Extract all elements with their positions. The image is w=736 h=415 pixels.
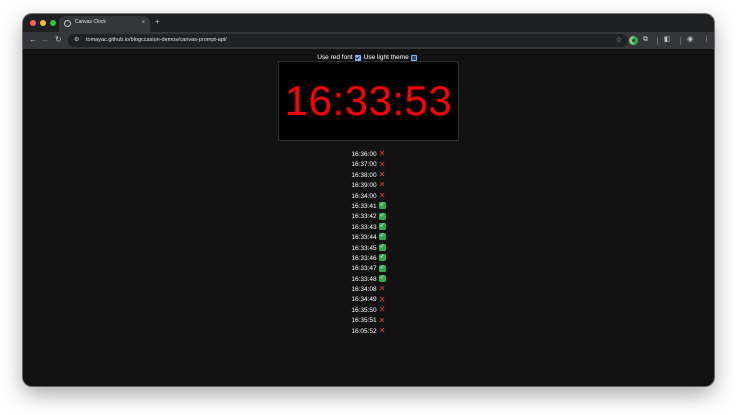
tab-close-icon[interactable]: × <box>141 18 145 28</box>
prediction-time: 16:33:48 <box>351 275 377 283</box>
prediction-row: 16:33:42 ✓ <box>23 212 714 222</box>
prediction-time: 16:33:41 <box>351 202 377 210</box>
prediction-row: 16:33:47 ✓ <box>23 264 714 274</box>
address-bar[interactable]: ⚙ tomayac.github.io/blogccasion-demos/ca… <box>68 34 628 47</box>
cross-mark-icon: ✕ <box>378 305 386 315</box>
tab-canvas-clock[interactable]: Canvas Clock × <box>59 16 150 32</box>
extension-icon[interactable] <box>629 36 638 45</box>
prediction-time: 16:37:00 <box>351 161 377 169</box>
prediction-list: 16:36:00 ✕ 16:37:00 ✕ 16:38:00 ✕ 16:39:00 ✕ 16:3… <box>23 150 714 337</box>
check-mark-icon: ✓ <box>378 233 386 241</box>
bookmark-star-icon[interactable]: ☆ <box>616 35 622 46</box>
cross-mark-icon: ✕ <box>378 190 386 200</box>
prediction-time: 16:38:00 <box>351 171 377 179</box>
check-mark-icon: ✓ <box>378 254 386 262</box>
browser-window: Canvas Clock × + ← → ↻ ⚙ tomayac.github.… <box>23 14 714 386</box>
check-mark-icon: ✓ <box>378 223 386 231</box>
browser-toolbar: ← → ↻ ⚙ tomayac.github.io/blogccasion-de… <box>23 32 714 49</box>
prediction-row: 16:38:00 ✕ <box>23 171 714 181</box>
window-close-button[interactable] <box>30 20 36 26</box>
prediction-time: 16:33:47 <box>351 265 377 273</box>
check-mark-icon: ✓ <box>378 264 386 272</box>
cross-mark-icon: ✕ <box>378 315 386 325</box>
clock-canvas: 16:33:53 <box>278 61 459 141</box>
toolbar-divider <box>680 37 681 45</box>
check-mark-icon: ✓ <box>378 243 386 251</box>
globe-icon <box>64 20 71 27</box>
prediction-row: 16:35:50 ✕ <box>23 306 714 316</box>
kebab-menu-icon[interactable]: ⋮ <box>703 34 710 46</box>
tab-title: Canvas Clock <box>75 19 106 25</box>
prediction-row: 16:33:46 ✓ <box>23 254 714 264</box>
prediction-time: 16:33:46 <box>351 254 377 262</box>
check-mark-icon: ✓ <box>378 202 386 210</box>
prediction-row: 16:34:00 ✕ <box>23 190 714 202</box>
prediction-time: 16:34:00 <box>351 192 377 200</box>
window-maximize-button[interactable] <box>50 20 56 26</box>
prediction-time: 16:33:45 <box>351 244 377 252</box>
prediction-row: 16:34:49 ✕ <box>23 295 714 305</box>
prediction-row: 16:35:51 ✕ <box>23 316 714 326</box>
tab-strip: Canvas Clock × + <box>23 14 714 32</box>
profile-avatar-icon[interactable]: ◉ <box>687 34 693 46</box>
prediction-row: 16:33:45 ✓ <box>23 243 714 254</box>
side-panel-icon[interactable]: ◧ <box>664 34 671 46</box>
new-tab-button[interactable]: + <box>155 16 160 28</box>
prediction-time: 16:39:00 <box>351 182 377 190</box>
prediction-row: 16:05:52 ✕ <box>23 325 714 337</box>
cross-mark-icon: ✕ <box>378 149 386 159</box>
cross-mark-icon: ✕ <box>378 325 386 335</box>
prediction-row: 16:37:00 ✕ <box>23 160 714 170</box>
page-content: Use red font Use light theme 16:33:53 16:… <box>23 49 714 386</box>
clock-time: 16:33:53 <box>284 77 453 124</box>
prediction-row: 16:33:43 ✓ <box>23 223 714 233</box>
light-theme-checkbox[interactable] <box>410 54 417 61</box>
cross-mark-icon: ✕ <box>378 294 386 304</box>
prediction-time: 16:36:00 <box>351 151 377 158</box>
prediction-row: 16:34:08 ✕ <box>23 285 714 295</box>
cross-mark-icon: ✕ <box>378 170 386 180</box>
url-text[interactable]: tomayac.github.io/blogccasion-demos/canv… <box>86 37 227 43</box>
cross-mark-icon: ✕ <box>378 284 386 294</box>
check-mark-icon: ✓ <box>378 212 386 220</box>
reload-icon[interactable]: ↻ <box>55 34 62 46</box>
back-arrow-icon[interactable]: ← <box>29 34 37 46</box>
prediction-row: 16:36:00 ✕ <box>23 150 714 160</box>
extensions-puzzle-icon[interactable]: ⧉ <box>643 34 648 46</box>
prediction-row: 16:39:00 ✕ <box>23 181 714 191</box>
prediction-time: 16:34:08 <box>351 286 377 294</box>
prediction-time: 16:35:51 <box>351 317 377 325</box>
prediction-time: 16:33:43 <box>351 223 377 231</box>
check-mark-icon: ✓ <box>378 274 386 282</box>
toolbar-divider <box>657 37 658 45</box>
prediction-time: 16:05:52 <box>351 327 377 335</box>
prediction-time: 16:33:44 <box>351 234 377 242</box>
prediction-row: 16:33:44 ✓ <box>23 233 714 243</box>
prediction-time: 16:33:42 <box>351 213 377 221</box>
prediction-time: 16:34:49 <box>351 296 377 304</box>
cross-mark-icon: ✕ <box>378 180 386 190</box>
prediction-time: 16:35:50 <box>351 306 377 314</box>
prediction-row: 16:33:41 ✓ <box>23 202 714 212</box>
forward-arrow-icon[interactable]: → <box>41 34 49 46</box>
site-info-icon[interactable]: ⚙ <box>74 35 79 46</box>
red-font-checkbox[interactable] <box>354 54 361 61</box>
cross-mark-icon: ✕ <box>378 159 386 169</box>
prediction-row: 16:33:48 ✓ <box>23 274 714 285</box>
window-minimize-button[interactable] <box>40 20 46 26</box>
